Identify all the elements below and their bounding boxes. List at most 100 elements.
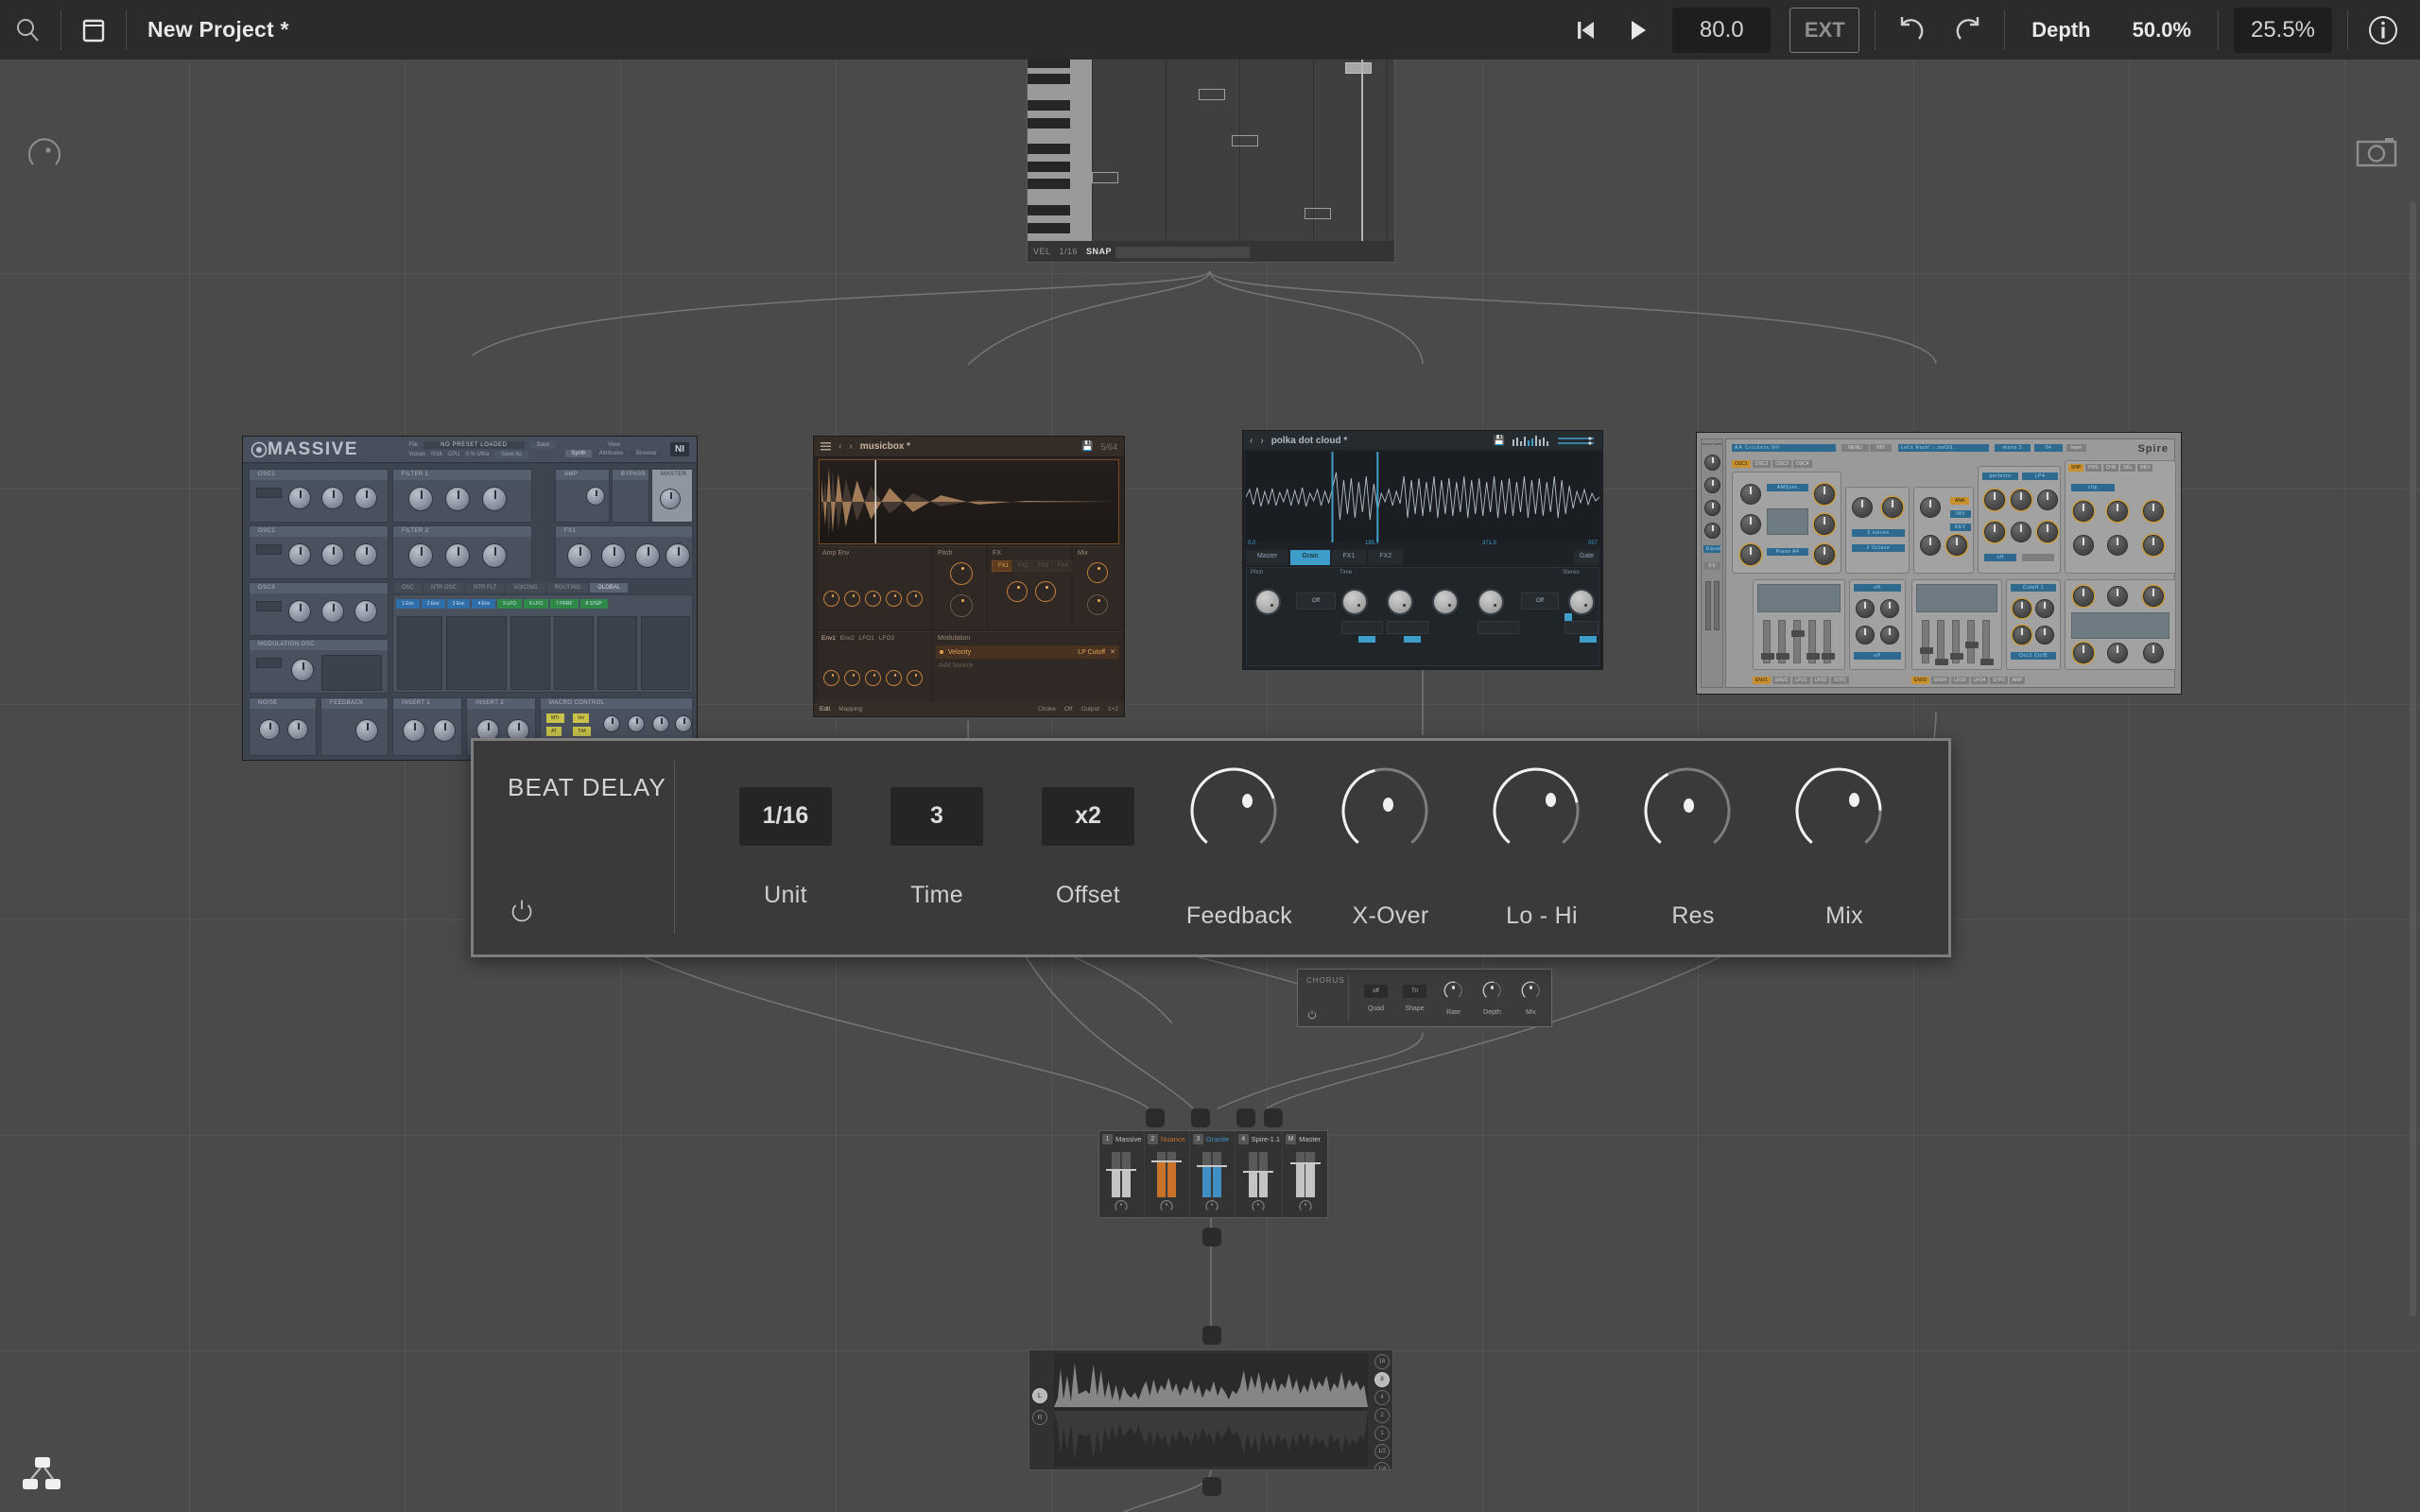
density-knob[interactable] [1432, 589, 1459, 615]
env3-display[interactable] [1916, 584, 1997, 612]
wrap-value[interactable]: Off [1296, 593, 1336, 610]
spire-env1-group[interactable] [1753, 579, 1845, 670]
massive-knob[interactable] [586, 487, 605, 506]
channel-fader[interactable] [1106, 1152, 1137, 1197]
env-knob-d[interactable] [865, 591, 881, 607]
srate-knob[interactable] [2143, 501, 2164, 522]
piano-roll-grid[interactable] [1092, 60, 1394, 241]
massive-knob[interactable] [408, 487, 433, 511]
scope-zoom-1-4[interactable]: 1/4 [1374, 1462, 1390, 1469]
filter-input-knob[interactable] [1946, 535, 1967, 556]
massive-knob[interactable] [666, 543, 690, 568]
play-button[interactable] [1612, 0, 1663, 60]
spire-tab-osc4[interactable]: OSC4 [1792, 460, 1812, 468]
vel2-knob[interactable] [2035, 626, 2054, 644]
scope-output-port[interactable] [1202, 1477, 1221, 1496]
polka-gate-button[interactable]: Gate [1573, 550, 1599, 565]
env-knob-r[interactable] [907, 670, 923, 686]
massive-osc3-panel[interactable]: OSC3 [249, 582, 389, 636]
unison-mode-1[interactable]: 2 voices [1852, 529, 1905, 537]
fader-cap[interactable] [1243, 1171, 1274, 1174]
fx-slot-4[interactable]: FX4 [1051, 560, 1076, 572]
tab-lfo1[interactable]: LFO1 [1792, 677, 1810, 684]
ctrla-knob[interactable] [1740, 514, 1761, 535]
scope-zoom-buttons[interactable]: 1684211/21/41/8 [1374, 1354, 1390, 1469]
spire-fx-group[interactable]: SHP PHS CHR DEL REV clip [2065, 460, 2176, 574]
env-tab-lfo2[interactable]: LFO2 [879, 635, 894, 642]
space-knob[interactable] [1341, 589, 1368, 615]
polka-tab-fx2[interactable]: FX2 [1368, 550, 1404, 565]
env-knob-r[interactable] [907, 591, 923, 607]
detune-knob[interactable] [1852, 497, 1873, 518]
scope-zoom-8[interactable]: 8 [1374, 1372, 1390, 1387]
massive-knob[interactable] [635, 543, 660, 568]
snapshot-button[interactable] [2354, 133, 2399, 171]
time-slot[interactable] [1341, 621, 1383, 634]
channel-pan-knob[interactable] [1252, 1199, 1265, 1213]
massive-global-col[interactable] [446, 616, 507, 690]
massive-knob[interactable] [288, 543, 311, 566]
mixer-channel[interactable]: M Master [1283, 1131, 1327, 1217]
fx-tab-shp[interactable]: SHP [2068, 464, 2084, 472]
pitch-knob[interactable] [950, 562, 973, 585]
massive-global-col[interactable] [641, 616, 690, 690]
tempo-field[interactable]: 80.0 [1672, 7, 1772, 53]
chorus-control-shape[interactable]: Tri Shape [1395, 984, 1434, 1012]
massive-knob[interactable] [321, 487, 344, 509]
env-tab-env2[interactable]: Env2 [840, 635, 855, 642]
lo-cut-knob[interactable] [2073, 535, 2094, 556]
spire-tab-osc3[interactable]: OSC3 [1772, 460, 1791, 468]
env1-display[interactable] [1757, 584, 1841, 612]
reverse-value[interactable]: Off [1521, 593, 1559, 610]
spire-sidebar[interactable]: sound bank Equal 0 0 [1701, 438, 1723, 688]
spire-mix-group[interactable]: ANA INV KEY [1913, 487, 1974, 574]
massive-macro-tag[interactable]: Vel [573, 713, 589, 723]
massive-amp-panel[interactable]: AMP [555, 469, 610, 523]
save-icon[interactable]: 💾 [1081, 441, 1093, 452]
mixer-module[interactable]: 1 Massive 2 Nuance 3 Granite 4 Spire-1.1 M Master [1098, 1130, 1328, 1218]
mixer-channel[interactable]: 3 Granite [1190, 1131, 1236, 1217]
beat-delay-knob[interactable] [1794, 766, 1894, 867]
vel-knob[interactable] [2035, 599, 2054, 618]
footer-edit[interactable]: Edit [820, 706, 830, 713]
massive-knob[interactable] [259, 719, 280, 740]
massive-osc1-panel[interactable]: OSC1 [249, 469, 389, 523]
midi-note[interactable] [1305, 208, 1331, 219]
massive-global-col[interactable] [510, 616, 550, 690]
massive-mod-slot[interactable]: 3 Env [446, 599, 471, 609]
tab-env1[interactable]: ENV1 [1753, 677, 1772, 684]
env-tab-env1[interactable]: Env1 [821, 635, 836, 642]
chorus-control-rate[interactable]: Rate [1434, 981, 1473, 1016]
massive-mod-slot[interactable]: 5 LFO [497, 599, 523, 609]
massive-mod-slot[interactable]: 2 Env [421, 599, 445, 609]
env-knob-s[interactable] [886, 591, 902, 607]
massive-modosc-panel[interactable]: MODULATION OSC [249, 639, 389, 694]
midi-note[interactable] [1232, 135, 1258, 146]
channel-name[interactable]: Massive [1115, 1135, 1142, 1143]
sample-waveform[interactable] [819, 459, 1119, 544]
chorus-value[interactable]: Tri [1403, 984, 1426, 998]
tab-env4[interactable]: ENV4 [1931, 677, 1950, 684]
channel-name[interactable]: Nuance [1161, 1135, 1185, 1143]
spire-main[interactable]: AA Crickets NV MENU INIT Let's Rock! :..… [1725, 438, 2176, 688]
massive-mod-slot[interactable]: 4 Env [472, 599, 496, 609]
midi-note[interactable] [1345, 62, 1372, 74]
wave-display[interactable] [1767, 508, 1808, 535]
massive-knob[interactable] [445, 543, 470, 568]
channel-pan-knob[interactable] [1205, 1199, 1219, 1213]
spire-wave-group[interactable]: AMSync Piano A4 [1732, 472, 1841, 574]
fine-knob[interactable] [1814, 484, 1835, 505]
drive-knob[interactable] [2073, 501, 2094, 522]
key-button[interactable]: KEY [1950, 524, 1971, 531]
massive-knob[interactable] [354, 543, 377, 566]
scope-channel-r[interactable]: R [1032, 1410, 1047, 1425]
massive-knob[interactable] [603, 715, 620, 732]
massive-filter2-panel[interactable]: FILTER 2 [392, 525, 532, 579]
massive-tab-routing[interactable]: ROUTING [546, 583, 589, 593]
massive-knob[interactable] [288, 600, 311, 623]
mod4-knob[interactable] [1704, 523, 1720, 539]
fx-tab-chr[interactable]: CHR [2102, 464, 2119, 472]
transpose-value[interactable]: 0 0 [1703, 562, 1720, 570]
mixer-input-port[interactable] [1146, 1108, 1165, 1127]
velocity-bar[interactable] [1115, 247, 1250, 258]
